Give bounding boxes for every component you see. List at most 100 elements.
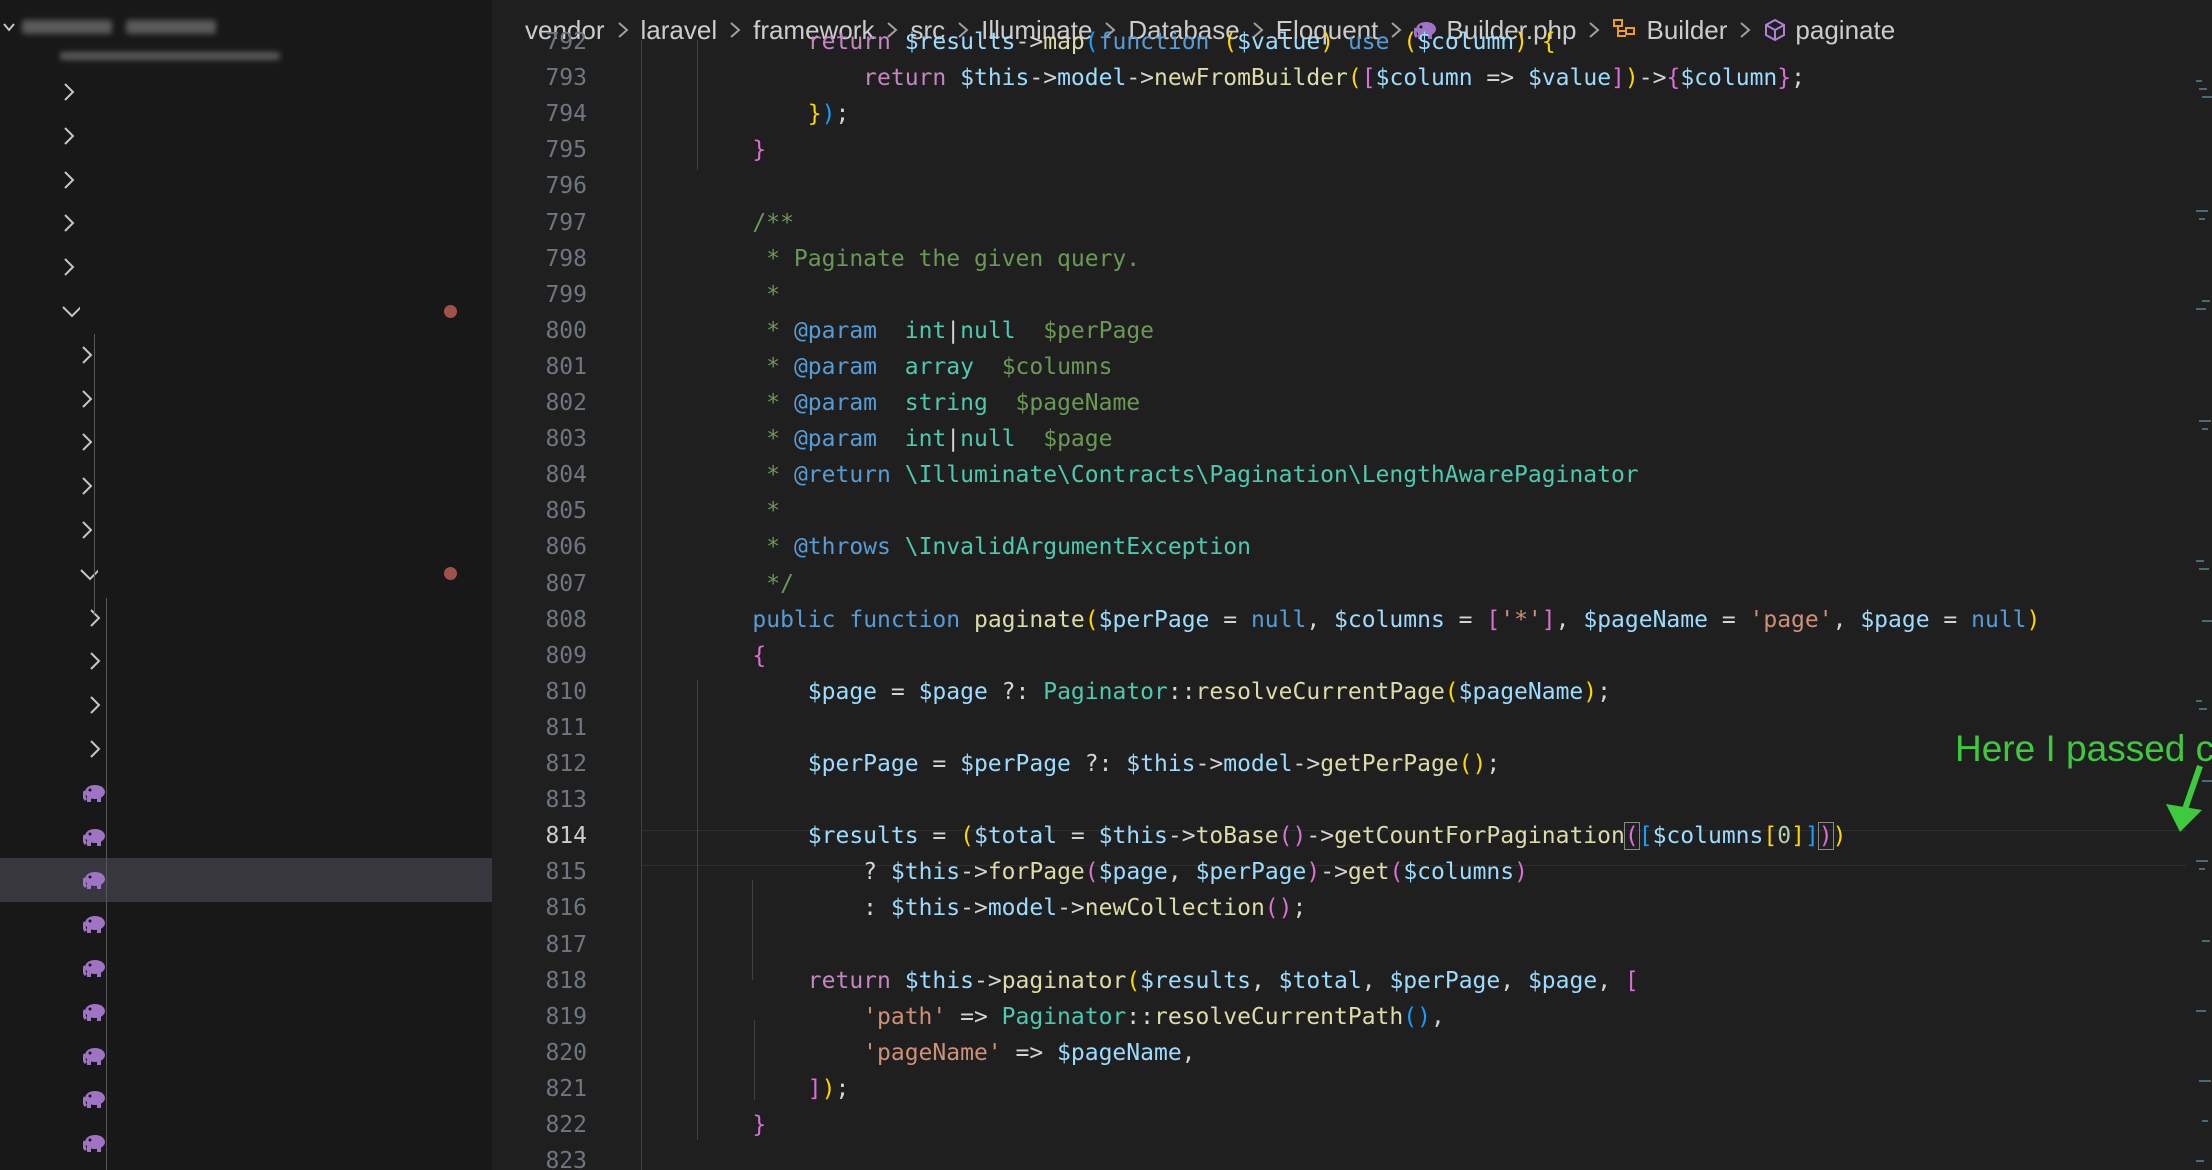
code-text[interactable]: : $this->model->newCollection(); xyxy=(697,890,1306,926)
folder-item[interactable] xyxy=(0,464,492,508)
code-text[interactable]: * @param string $pageName xyxy=(697,385,1140,421)
code-line[interactable]: 807 */ xyxy=(492,566,2212,602)
code-text[interactable]: $perPage = $perPage ?: $this->model->get… xyxy=(697,746,1500,782)
code-text[interactable]: * @throws \InvalidArgumentException xyxy=(697,529,1251,565)
minimap-mark xyxy=(2202,96,2212,98)
code-line[interactable]: 793 return $this->model->newFromBuilder(… xyxy=(492,60,2212,96)
chevron-right-icon xyxy=(82,521,93,539)
folder-item[interactable] xyxy=(0,727,492,771)
code-text[interactable]: return $this->model->newFromBuilder([$co… xyxy=(697,60,1805,96)
code-line[interactable]: 800 * @param int|null $perPage xyxy=(492,313,2212,349)
code-line[interactable]: 792 return $results->map(function ($valu… xyxy=(492,24,2212,60)
code-line[interactable]: 803 * @param int|null $page xyxy=(492,421,2212,457)
code-text[interactable]: } xyxy=(697,132,766,168)
line-number: 821 xyxy=(545,1075,587,1102)
code-line[interactable]: 808 public function paginate($perPage = … xyxy=(492,602,2212,638)
code-text[interactable]: * Paginate the given query. xyxy=(697,241,1140,277)
folder-item[interactable] xyxy=(0,508,492,552)
code-line[interactable]: 802 * @param string $pageName xyxy=(492,385,2212,421)
file-item[interactable] xyxy=(0,1121,492,1165)
code-text[interactable]: return $this->paginator($results, $total… xyxy=(697,963,1639,999)
code-line[interactable]: 812 $perPage = $perPage ?: $this->model-… xyxy=(492,746,2212,782)
folder-item[interactable] xyxy=(0,552,492,596)
code-text[interactable]: { xyxy=(697,638,766,674)
file-item[interactable] xyxy=(0,771,492,815)
minimap[interactable] xyxy=(2196,0,2212,1170)
folder-item[interactable] xyxy=(0,596,492,640)
folder-item[interactable] xyxy=(0,683,492,727)
code-text[interactable]: } xyxy=(697,1107,766,1143)
code-text[interactable]: * @param int|null $page xyxy=(697,421,1112,457)
folder-item[interactable] xyxy=(0,333,492,377)
file-item[interactable] xyxy=(0,1034,492,1078)
code-line[interactable]: 798 * Paginate the given query. xyxy=(492,241,2212,277)
code-line[interactable]: 795 } xyxy=(492,132,2212,168)
code-line[interactable]: 801 * @param array $columns xyxy=(492,349,2212,385)
code-line[interactable]: 816 : $this->model->newCollection(); xyxy=(492,890,2212,926)
code-line[interactable]: 819 'path' => Paginator::resolveCurrentP… xyxy=(492,999,2212,1035)
code-text[interactable]: ]); xyxy=(697,1071,850,1107)
line-number: 798 xyxy=(545,245,587,272)
code-text[interactable]: * xyxy=(697,277,780,313)
code-line[interactable]: 820 'pageName' => $pageName, xyxy=(492,1035,2212,1071)
code-line[interactable]: 806 * @throws \InvalidArgumentException xyxy=(492,529,2212,565)
line-number: 794 xyxy=(545,101,587,128)
code-text[interactable]: * @param array $columns xyxy=(697,349,1112,385)
code-line[interactable]: 809 { xyxy=(492,638,2212,674)
folder-item[interactable] xyxy=(0,158,492,202)
code-text[interactable]: 'pageName' => $pageName, xyxy=(697,1035,1195,1071)
code-line[interactable]: 822 } xyxy=(492,1107,2212,1143)
code-text[interactable]: /** xyxy=(697,205,794,241)
line-number: 797 xyxy=(545,209,587,236)
line-number: 820 xyxy=(545,1039,587,1066)
folder-item[interactable] xyxy=(0,70,492,114)
code-text[interactable]: }); xyxy=(697,96,850,132)
code-line[interactable]: 818 return $this->paginator($results, $t… xyxy=(492,963,2212,999)
code-text[interactable]: 'path' => Paginator::resolveCurrentPath(… xyxy=(697,999,1445,1035)
code-line[interactable]: 799 * xyxy=(492,277,2212,313)
folder-item[interactable] xyxy=(0,245,492,289)
code-line[interactable]: 811 xyxy=(492,710,2212,746)
code-text[interactable]: ? $this->forPage($page, $perPage)->get($… xyxy=(697,854,1528,890)
code-line[interactable]: 796 xyxy=(492,168,2212,204)
minimap-mark xyxy=(2199,420,2211,422)
code-text[interactable]: public function paginate($perPage = null… xyxy=(697,602,2040,638)
file-item[interactable] xyxy=(0,1077,492,1121)
php-elephant-icon xyxy=(83,1135,105,1153)
file-item[interactable] xyxy=(0,815,492,859)
code-text[interactable]: * @return \Illuminate\Contracts\Paginati… xyxy=(697,457,1638,493)
code-text[interactable]: * @param int|null $perPage xyxy=(697,313,1154,349)
code-text[interactable]: * xyxy=(697,493,780,529)
code-line[interactable]: 805 * xyxy=(492,493,2212,529)
code-line[interactable]: 797 /** xyxy=(492,205,2212,241)
code-line[interactable]: 815 ? $this->forPage($page, $perPage)->g… xyxy=(492,854,2212,890)
code-text[interactable]: $page = $page ?: Paginator::resolveCurre… xyxy=(697,674,1611,710)
folder-item[interactable] xyxy=(0,289,492,333)
folder-item[interactable] xyxy=(0,420,492,464)
explorer-sidebar xyxy=(0,0,492,1170)
code-line[interactable]: 821 ]); xyxy=(492,1071,2212,1107)
code-text[interactable]: return $results->map(function ($value) u… xyxy=(697,24,1556,60)
file-item[interactable] xyxy=(0,902,492,946)
code-line[interactable]: 810 $page = $page ?: Paginator::resolveC… xyxy=(492,674,2212,710)
chevron-down-icon[interactable] xyxy=(2,20,16,34)
file-item[interactable] xyxy=(0,990,492,1034)
file-item[interactable] xyxy=(0,858,492,903)
minimap-mark xyxy=(2199,568,2209,570)
file-item[interactable] xyxy=(0,946,492,990)
folder-chevron xyxy=(72,344,102,366)
code-line[interactable]: 813 xyxy=(492,782,2212,818)
code-line[interactable]: 814 $results = ($total = $this->toBase()… xyxy=(492,818,2212,854)
folder-item[interactable] xyxy=(0,114,492,158)
code-text[interactable]: $results = ($total = $this->toBase()->ge… xyxy=(697,818,1847,854)
folder-item[interactable] xyxy=(0,377,492,421)
code-text[interactable]: */ xyxy=(697,566,794,602)
folder-item[interactable] xyxy=(0,201,492,245)
folder-item[interactable] xyxy=(0,639,492,683)
code-line[interactable]: 804 * @return \Illuminate\Contracts\Pagi… xyxy=(492,457,2212,493)
code-editor[interactable]: vendor laravel framework src Illuminate Datab… xyxy=(492,0,2212,1170)
code-line[interactable]: 817 xyxy=(492,927,2212,963)
code-line[interactable]: 823 xyxy=(492,1143,2212,1170)
chevron-right-icon xyxy=(64,127,75,145)
code-line[interactable]: 794 }); xyxy=(492,96,2212,132)
